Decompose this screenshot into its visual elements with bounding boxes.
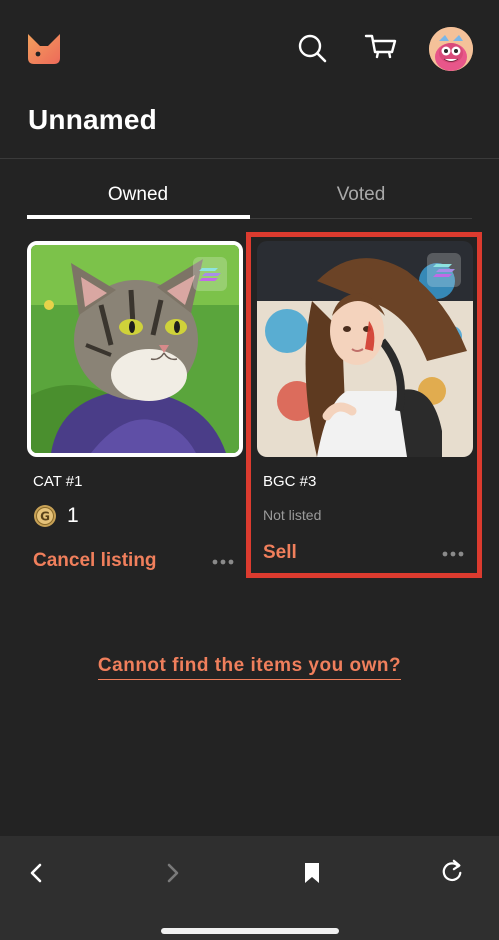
svg-text:G: G [40, 510, 50, 524]
cancel-listing-button[interactable]: Cancel listing [33, 550, 157, 572]
app-header [0, 0, 499, 100]
help-link-container: Cannot find the items you own? [0, 655, 499, 680]
page-title: Unnamed [28, 104, 157, 135]
nft-name: CAT #1 [33, 473, 83, 490]
bookmark-icon[interactable] [300, 860, 324, 886]
header-divider [0, 158, 499, 159]
avatar[interactable] [429, 27, 473, 71]
nft-name: BGC #3 [263, 473, 317, 490]
nft-thumbnail[interactable] [257, 241, 473, 457]
solana-badge-icon [193, 257, 227, 291]
nft-card[interactable]: CAT #1 G 1 Cancel listing [27, 241, 243, 571]
nft-thumbnail[interactable] [27, 241, 243, 457]
more-options-icon[interactable] [212, 558, 234, 566]
tab-active-indicator [27, 215, 250, 219]
price-value: 1 [67, 504, 79, 527]
solana-badge-icon [427, 253, 461, 287]
fox-logo-icon[interactable] [26, 32, 62, 66]
home-indicator [161, 928, 339, 934]
tab-owned[interactable]: Owned [27, 172, 249, 218]
nft-card[interactable]: BGC #3 Not listed Sell [257, 241, 473, 563]
price-row: G 1 [33, 504, 79, 528]
tab-bar: Owned Voted [27, 172, 472, 220]
listing-status: Not listed [263, 507, 322, 523]
coin-icon: G [34, 505, 56, 527]
tab-voted[interactable]: Voted [250, 172, 472, 218]
forward-icon[interactable] [161, 860, 185, 886]
reload-icon[interactable] [440, 858, 464, 884]
cart-icon[interactable] [364, 32, 398, 64]
search-icon[interactable] [296, 32, 328, 64]
sell-button[interactable]: Sell [263, 542, 297, 564]
browser-toolbar [0, 836, 499, 940]
cannot-find-items-link[interactable]: Cannot find the items you own? [97, 655, 402, 680]
back-icon[interactable] [24, 860, 48, 886]
more-options-icon[interactable] [442, 550, 464, 558]
